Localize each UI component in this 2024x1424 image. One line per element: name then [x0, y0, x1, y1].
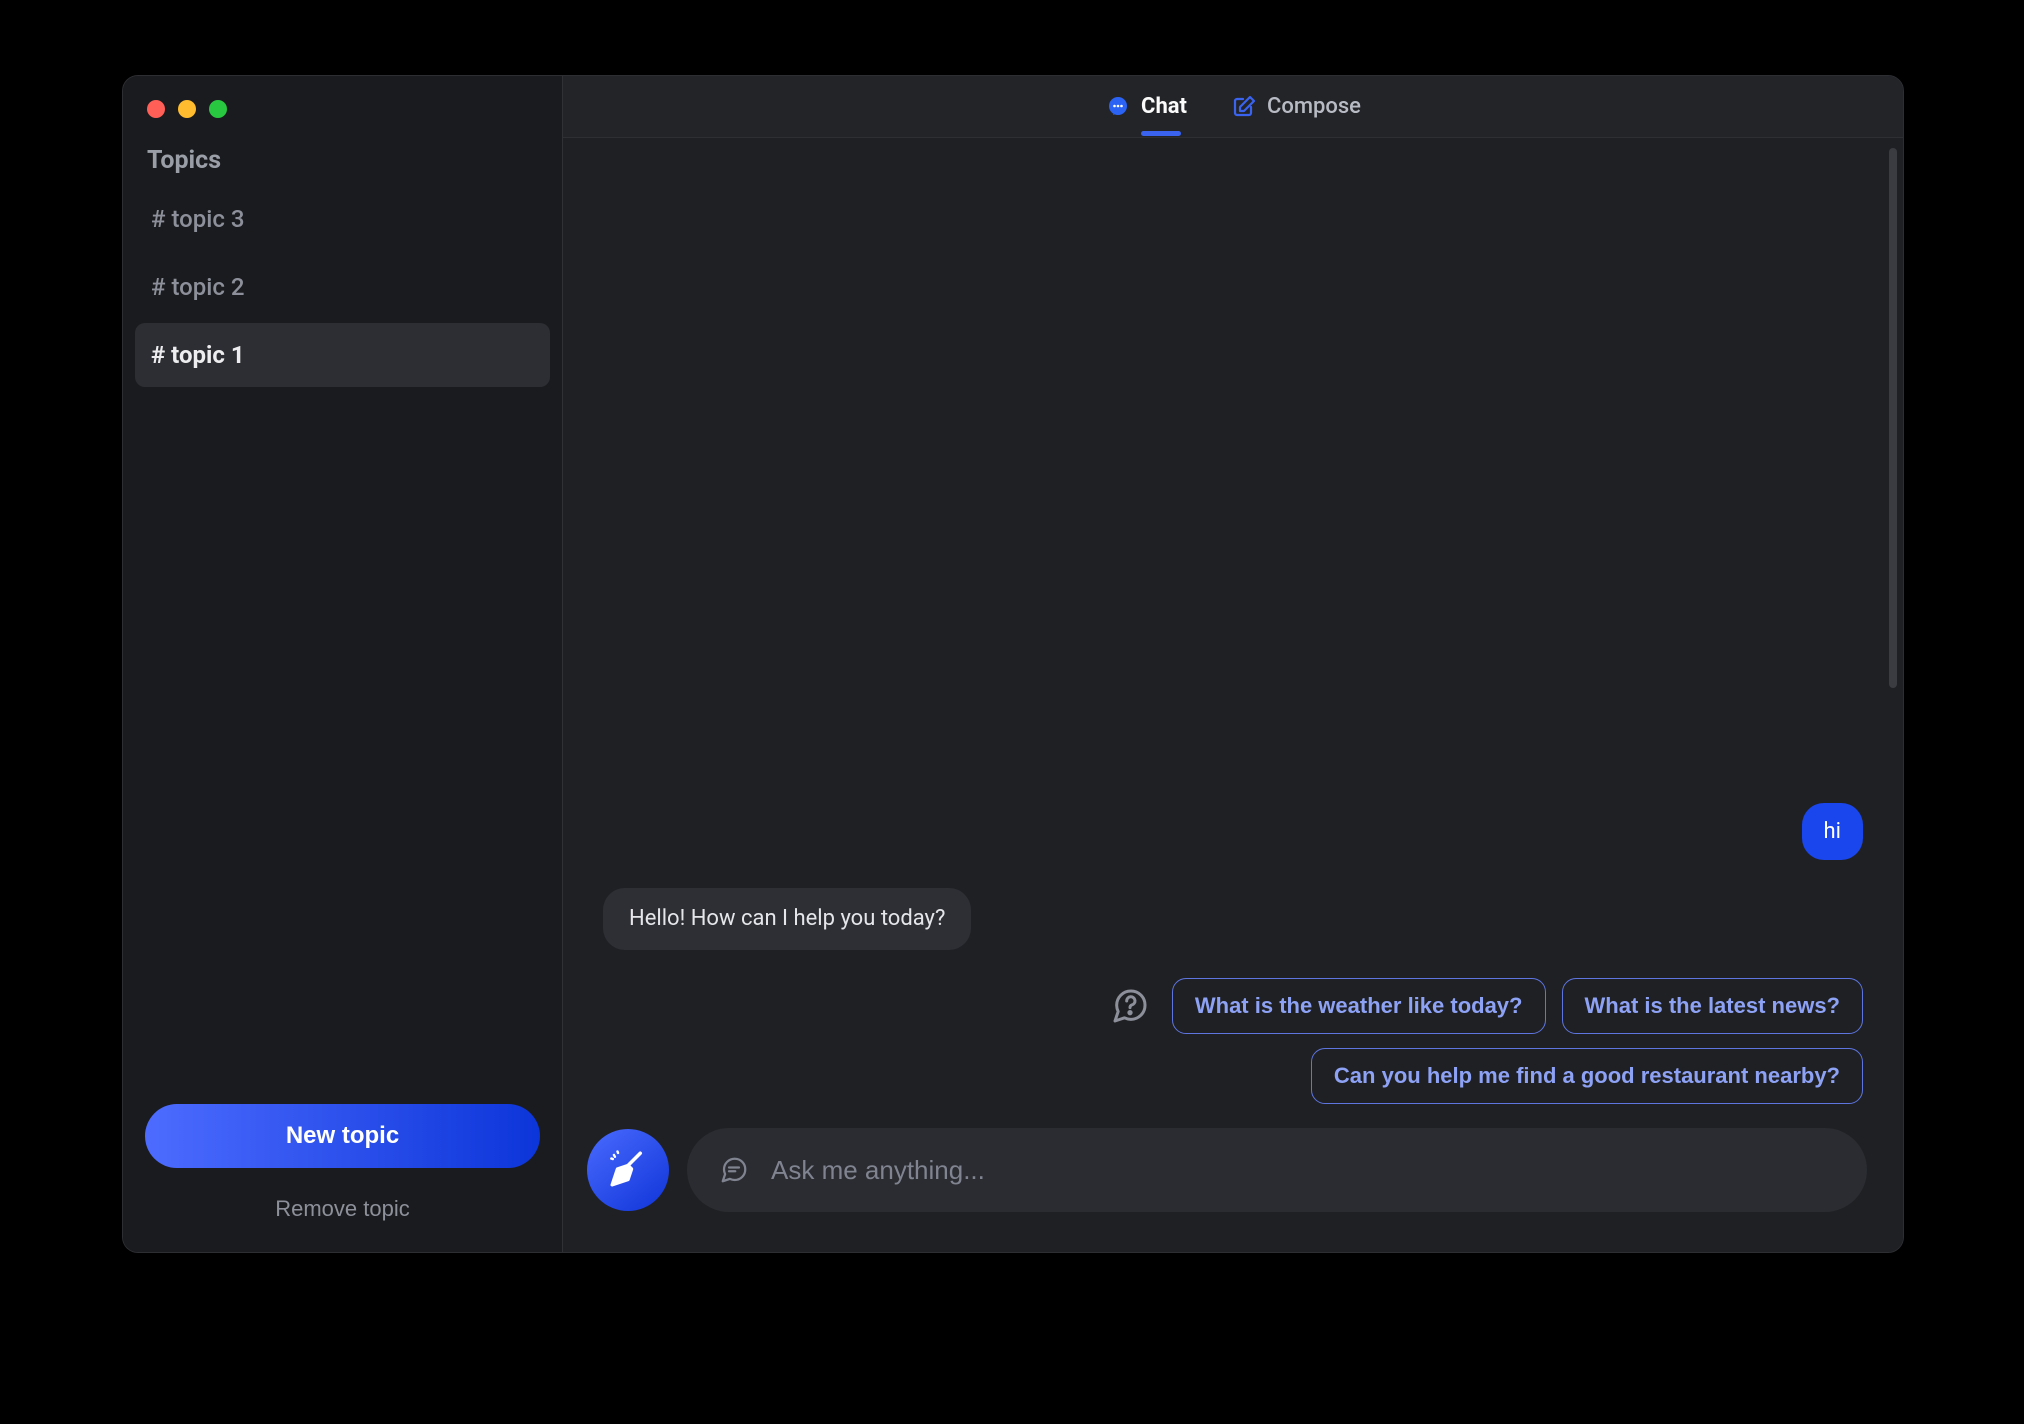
chat-area: hi Hello! How can I help you today? What…: [563, 138, 1903, 1252]
tab-chat[interactable]: Chat: [1105, 88, 1187, 126]
chat-line-icon: [719, 1155, 749, 1185]
message-row-user: hi: [603, 803, 1863, 861]
suggestions-block: What is the weather like today? What is …: [603, 978, 1863, 1104]
composer: [563, 1104, 1903, 1252]
sidebar: Topics # topic 3 # topic 2 # topic 1 New…: [123, 76, 563, 1252]
compose-icon: [1231, 94, 1257, 120]
topics-list: # topic 3 # topic 2 # topic 1: [123, 187, 562, 387]
tab-compose-label: Compose: [1267, 94, 1361, 119]
tab-compose[interactable]: Compose: [1231, 88, 1361, 126]
new-topic-button[interactable]: New topic: [145, 1104, 540, 1168]
main-panel: Chat Compose hi Hello! How can I help yo…: [563, 76, 1903, 1252]
chat-bubble-icon: [1105, 94, 1131, 120]
window-close-button[interactable]: [147, 100, 165, 118]
message-input-wrap: [687, 1128, 1867, 1212]
sidebar-footer: New topic Remove topic: [123, 1084, 562, 1252]
assistant-message: Hello! How can I help you today?: [603, 888, 971, 950]
app-window: Topics # topic 3 # topic 2 # topic 1 New…: [122, 75, 1904, 1253]
broom-icon: [607, 1148, 649, 1193]
clear-chat-button[interactable]: [587, 1129, 669, 1211]
topic-item-topic-3[interactable]: # topic 3: [135, 187, 550, 251]
question-icon: [1110, 986, 1150, 1026]
tab-chat-label: Chat: [1141, 94, 1187, 119]
suggestion-restaurant[interactable]: Can you help me find a good restaurant n…: [1311, 1048, 1863, 1104]
remove-topic-button[interactable]: Remove topic: [145, 1196, 540, 1222]
topics-header: Topics: [123, 138, 562, 187]
user-message: hi: [1802, 803, 1863, 861]
suggestion-news[interactable]: What is the latest news?: [1562, 978, 1864, 1034]
window-controls: [123, 94, 562, 138]
window-maximize-button[interactable]: [209, 100, 227, 118]
message-row-assistant: Hello! How can I help you today?: [603, 888, 1863, 950]
messages-list: hi Hello! How can I help you today? What…: [563, 138, 1903, 1104]
window-minimize-button[interactable]: [178, 100, 196, 118]
message-input[interactable]: [771, 1155, 1835, 1186]
tab-bar: Chat Compose: [563, 76, 1903, 138]
topic-item-topic-1[interactable]: # topic 1: [135, 323, 550, 387]
scrollbar[interactable]: [1889, 148, 1897, 688]
topic-item-topic-2[interactable]: # topic 2: [135, 255, 550, 319]
suggestion-weather[interactable]: What is the weather like today?: [1172, 978, 1546, 1034]
